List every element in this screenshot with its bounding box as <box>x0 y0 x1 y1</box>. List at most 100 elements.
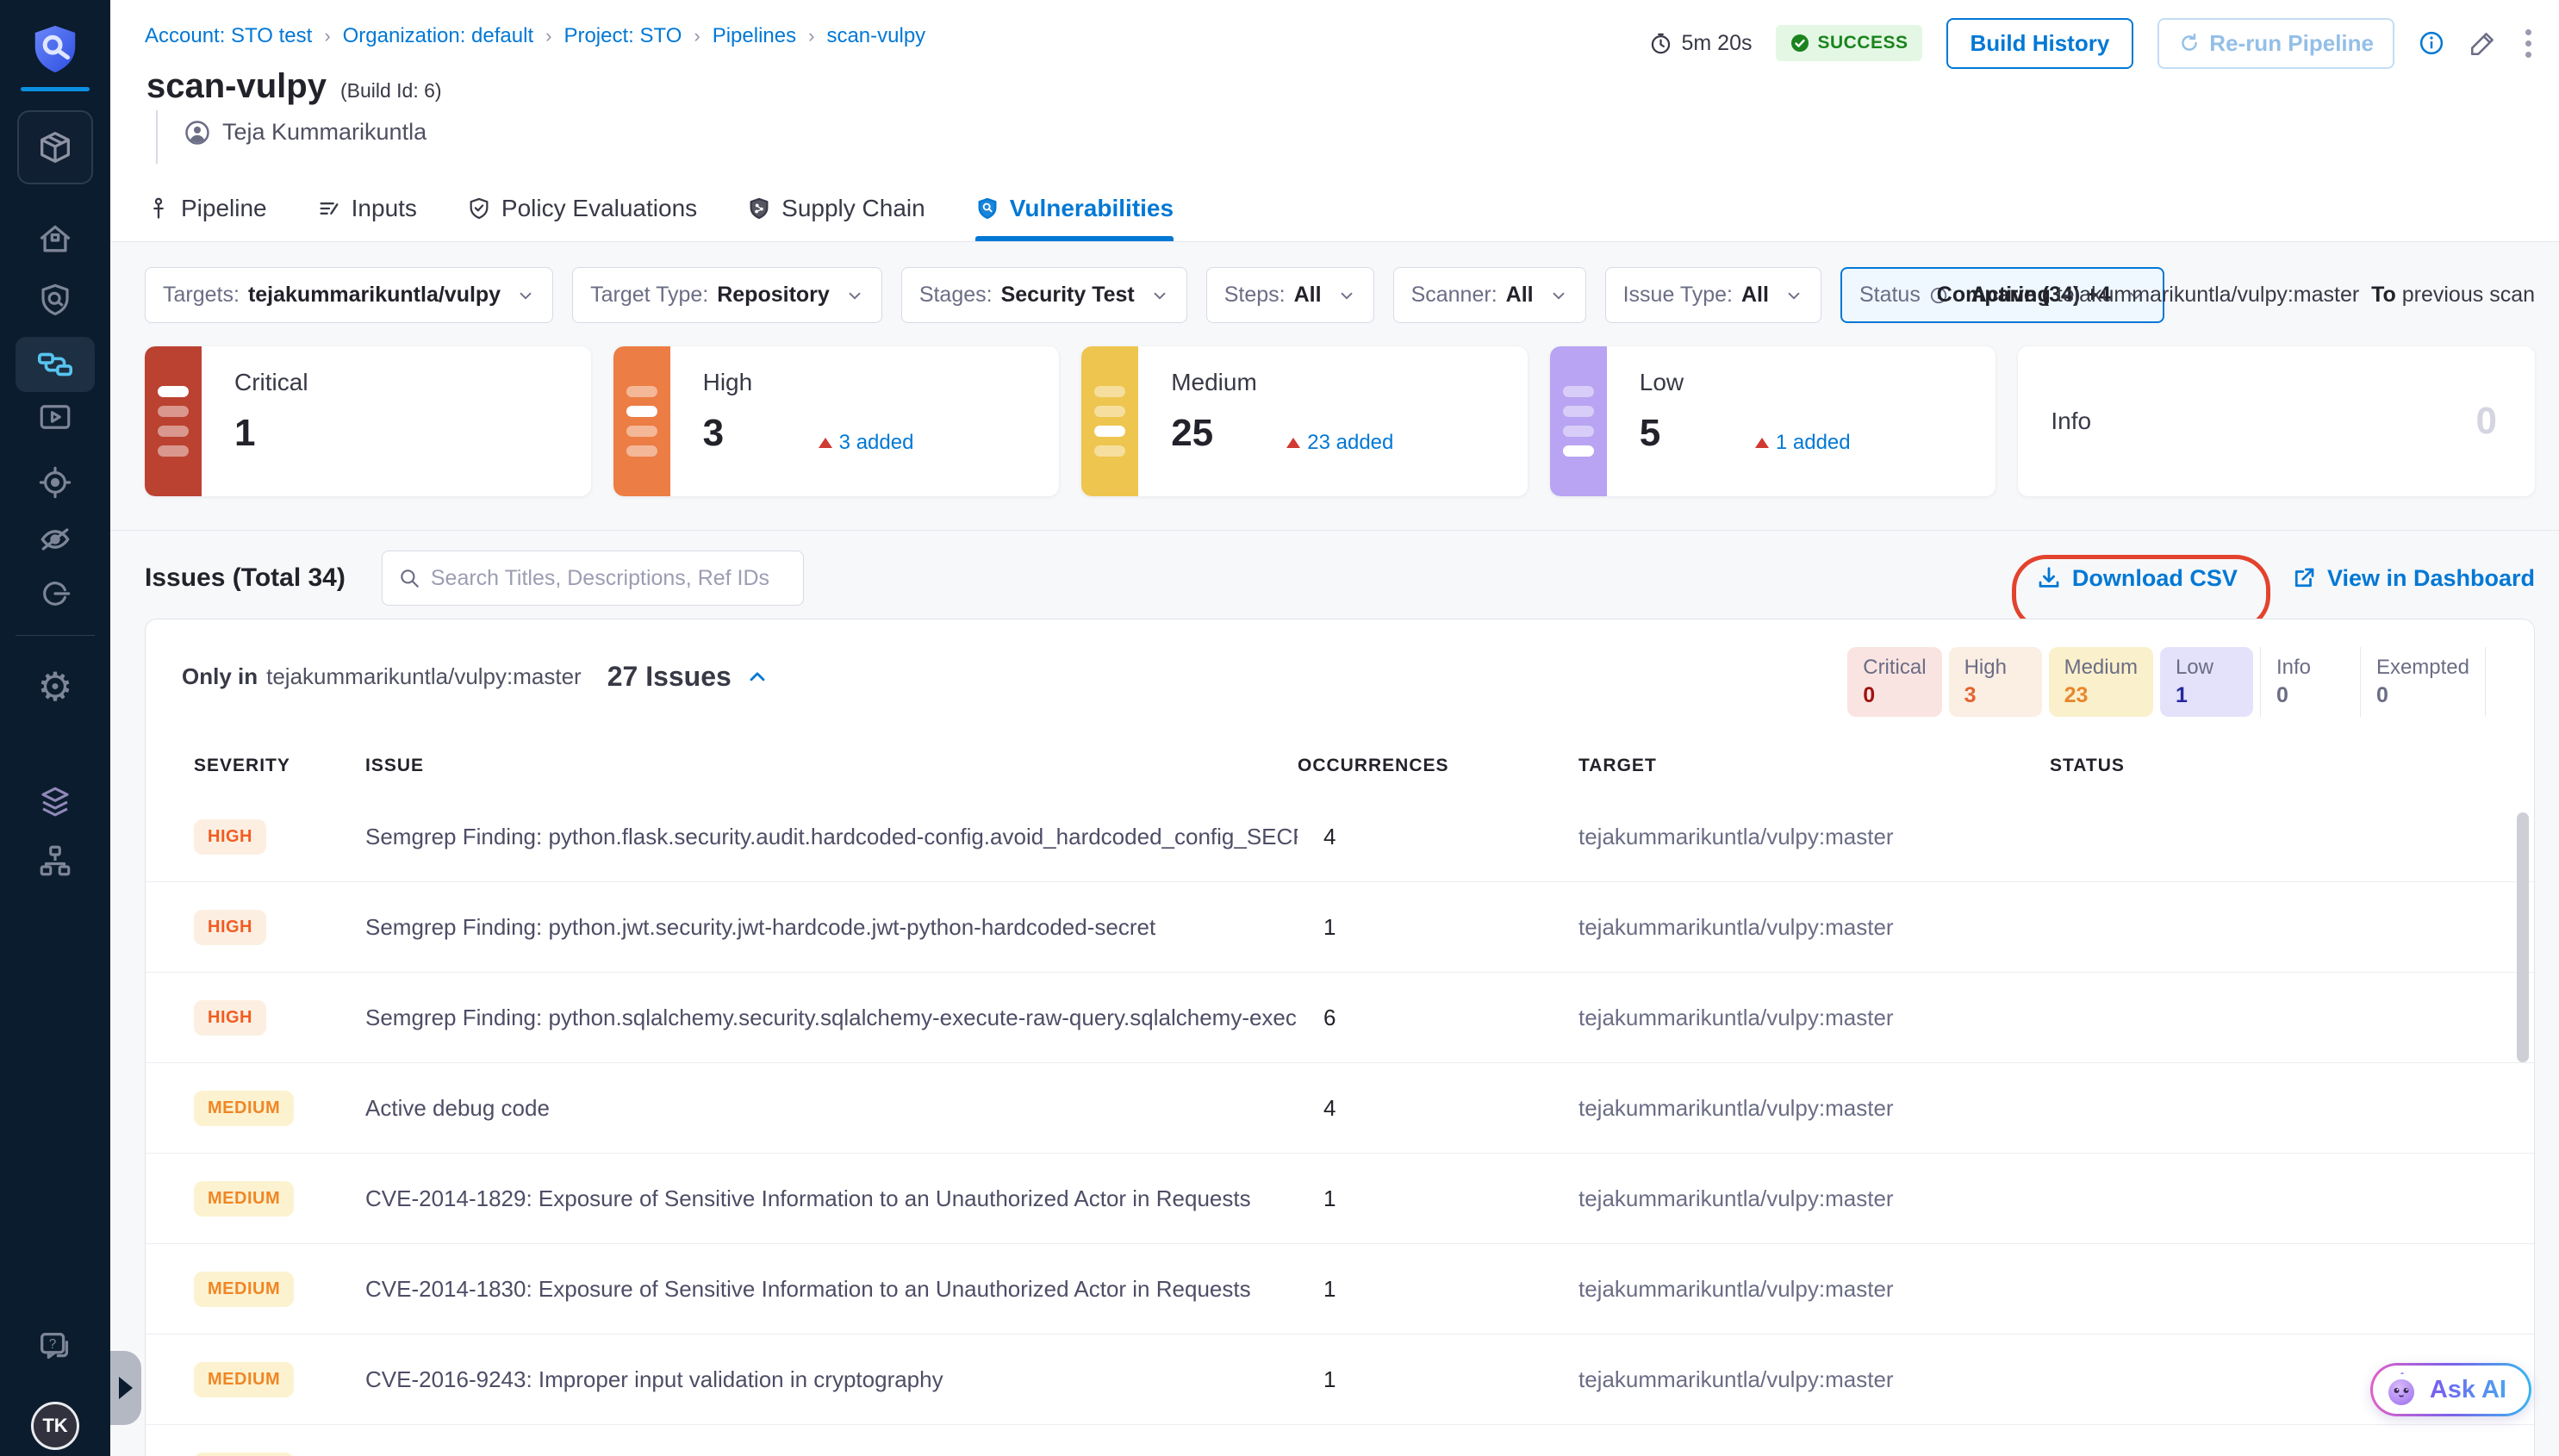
sidebar-divider <box>16 635 95 636</box>
severity-badge: MEDIUM <box>194 1181 294 1216</box>
left-nav-sidebar: ⚙ ? TK <box>0 0 110 1456</box>
table-row[interactable]: MEDIUM CVE-2014-1830: Exposure of Sensit… <box>146 1244 2534 1335</box>
chevron-up-icon[interactable] <box>745 665 769 689</box>
tab-inputs[interactable]: Inputs <box>317 181 417 241</box>
main-content: Account: STO test › Organization: default… <box>110 0 2559 1456</box>
chevron-down-icon <box>1549 286 1568 305</box>
breadcrumb-account[interactable]: Account: STO test <box>145 24 312 48</box>
sidebar-expand-handle[interactable] <box>110 1351 141 1425</box>
home-icon[interactable] <box>0 221 110 258</box>
more-options-kebab-icon[interactable] <box>2522 26 2535 61</box>
overview-shield-icon[interactable] <box>0 282 110 318</box>
shield-nodes-icon <box>747 196 771 221</box>
issues-search[interactable] <box>382 551 804 606</box>
severity-badge: MEDIUM <box>194 1453 294 1456</box>
baseline-icon[interactable] <box>0 576 110 612</box>
filter-issue-type[interactable]: Issue Type:All <box>1605 267 1821 323</box>
breadcrumb-current[interactable]: scan-vulpy <box>826 24 925 48</box>
critical-card[interactable]: Critical 1 <box>145 346 591 496</box>
user-avatar[interactable]: TK <box>31 1402 79 1450</box>
rerun-pipeline-button[interactable]: Re-run Pipeline <box>2157 18 2394 69</box>
build-history-button[interactable]: Build History <box>1946 18 2134 69</box>
filter-bar: Targets:tejakummarikuntla/vulpy Target T… <box>145 267 2164 323</box>
chevron-down-icon <box>845 286 864 305</box>
issues-total-title: Issues (Total 34) <box>145 563 346 593</box>
issues-panel: Only in tejakummarikuntla/vulpy:master 2… <box>145 619 2535 1456</box>
tab-vulnerabilities[interactable]: Vulnerabilities <box>975 181 1174 241</box>
author-divider <box>156 110 158 164</box>
breadcrumb-separator: › <box>808 25 814 47</box>
severity-summary-band: Critical 1 High 3 3 added Medium 25 23 a… <box>110 346 2559 531</box>
issues-toolbar: Issues (Total 34) Download CSV View in D… <box>145 548 2535 608</box>
external-link-icon <box>2291 565 2317 591</box>
exemptions-eye-off-icon[interactable] <box>0 520 110 558</box>
medium-card[interactable]: Medium 25 23 added <box>1081 346 1528 496</box>
search-input[interactable] <box>431 566 788 591</box>
filter-target-type[interactable]: Target Type:Repository <box>572 267 882 323</box>
table-scrollbar-thumb[interactable] <box>2517 812 2529 1062</box>
targets-crosshair-icon[interactable] <box>0 464 110 501</box>
download-csv-button[interactable]: Download CSV <box>2036 565 2238 592</box>
tab-supply-chain[interactable]: Supply Chain <box>747 181 925 241</box>
chevron-down-icon <box>516 286 535 305</box>
module-accent-divider <box>21 87 90 91</box>
tab-policy-evaluations[interactable]: Policy Evaluations <box>467 181 697 241</box>
severity-badge: HIGH <box>194 1000 266 1036</box>
filter-targets[interactable]: Targets:tejakummarikuntla/vulpy <box>145 267 553 323</box>
user-icon <box>184 120 210 146</box>
severity-badge: HIGH <box>194 910 266 945</box>
ask-ai-button[interactable]: Ask AI <box>2370 1363 2531 1416</box>
low-card[interactable]: Low 5 1 added <box>1550 346 1996 496</box>
table-row[interactable]: MEDIUM CVE-2014-1829: Exposure of Sensit… <box>146 1154 2534 1244</box>
clock-icon <box>1649 32 1672 55</box>
info-card[interactable]: Info 0 <box>2018 346 2535 496</box>
hierarchy-icon[interactable] <box>0 843 110 879</box>
filter-scanner[interactable]: Scanner:All <box>1393 267 1586 323</box>
table-row[interactable]: HIGH Semgrep Finding: python.jwt.securit… <box>146 882 2534 973</box>
sto-logo-icon[interactable] <box>0 22 110 76</box>
chip-info: Info0 <box>2260 647 2353 717</box>
build-duration: 5m 20s <box>1649 31 1752 56</box>
triangle-up-icon <box>1755 438 1769 448</box>
inputs-tab-icon <box>317 196 341 221</box>
high-card[interactable]: High 3 3 added <box>613 346 1060 496</box>
pipelines-nav-item[interactable] <box>16 337 95 392</box>
critical-gauge-icon <box>145 346 202 496</box>
check-circle-icon <box>1790 33 1810 53</box>
breadcrumb: Account: STO test › Organization: default… <box>145 24 925 48</box>
author-name: Teja Kummarikuntla <box>222 119 426 146</box>
info-icon[interactable] <box>2419 30 2444 56</box>
breadcrumb-project[interactable]: Project: STO <box>563 24 682 48</box>
severity-badge: HIGH <box>194 819 266 855</box>
view-in-dashboard-button[interactable]: View in Dashboard <box>2291 565 2535 592</box>
high-gauge-icon <box>613 346 670 496</box>
issue-group-header[interactable]: Only in tejakummarikuntla/vulpy:master 2… <box>182 661 769 693</box>
severity-badge: MEDIUM <box>194 1272 294 1307</box>
chip-exempted: Exempted0 <box>2360 647 2486 717</box>
breadcrumb-separator: › <box>324 25 330 47</box>
table-row[interactable]: MEDIUM CVE-2017-11424: PyJWT mishandles … <box>146 1425 2534 1456</box>
execution-tabs: Pipeline Inputs Policy Evaluations Suppl… <box>146 181 1174 241</box>
filter-stages[interactable]: Stages:Security Test <box>901 267 1187 323</box>
table-row[interactable]: MEDIUM Active debug code 4 tejakummariku… <box>146 1063 2534 1154</box>
executions-icon[interactable] <box>0 399 110 435</box>
settings-gear-icon[interactable]: ⚙ <box>0 667 110 706</box>
chip-low: Low1 <box>2160 647 2253 717</box>
refresh-icon <box>2178 32 2201 54</box>
artifacts-layers-icon[interactable] <box>0 784 110 820</box>
table-row[interactable]: HIGH Semgrep Finding: python.flask.secur… <box>146 792 2534 882</box>
filter-steps[interactable]: Steps:All <box>1206 267 1374 323</box>
chevron-down-icon <box>1150 286 1169 305</box>
help-chat-icon[interactable]: ? <box>0 1328 110 1367</box>
pipeline-tab-icon <box>146 196 171 221</box>
tab-pipeline[interactable]: Pipeline <box>146 181 267 241</box>
chip-high: High3 <box>1949 647 2042 717</box>
breadcrumb-org[interactable]: Organization: default <box>343 24 533 48</box>
chevron-down-icon <box>1337 286 1356 305</box>
breadcrumb-pipelines[interactable]: Pipelines <box>713 24 796 48</box>
module-selector-cube-icon[interactable] <box>17 110 93 184</box>
ai-mascot-icon <box>2382 1370 2421 1409</box>
table-row[interactable]: MEDIUM CVE-2016-9243: Improper input val… <box>146 1335 2534 1425</box>
table-row[interactable]: HIGH Semgrep Finding: python.sqlalchemy.… <box>146 973 2534 1063</box>
edit-pencil-icon[interactable] <box>2469 28 2498 58</box>
